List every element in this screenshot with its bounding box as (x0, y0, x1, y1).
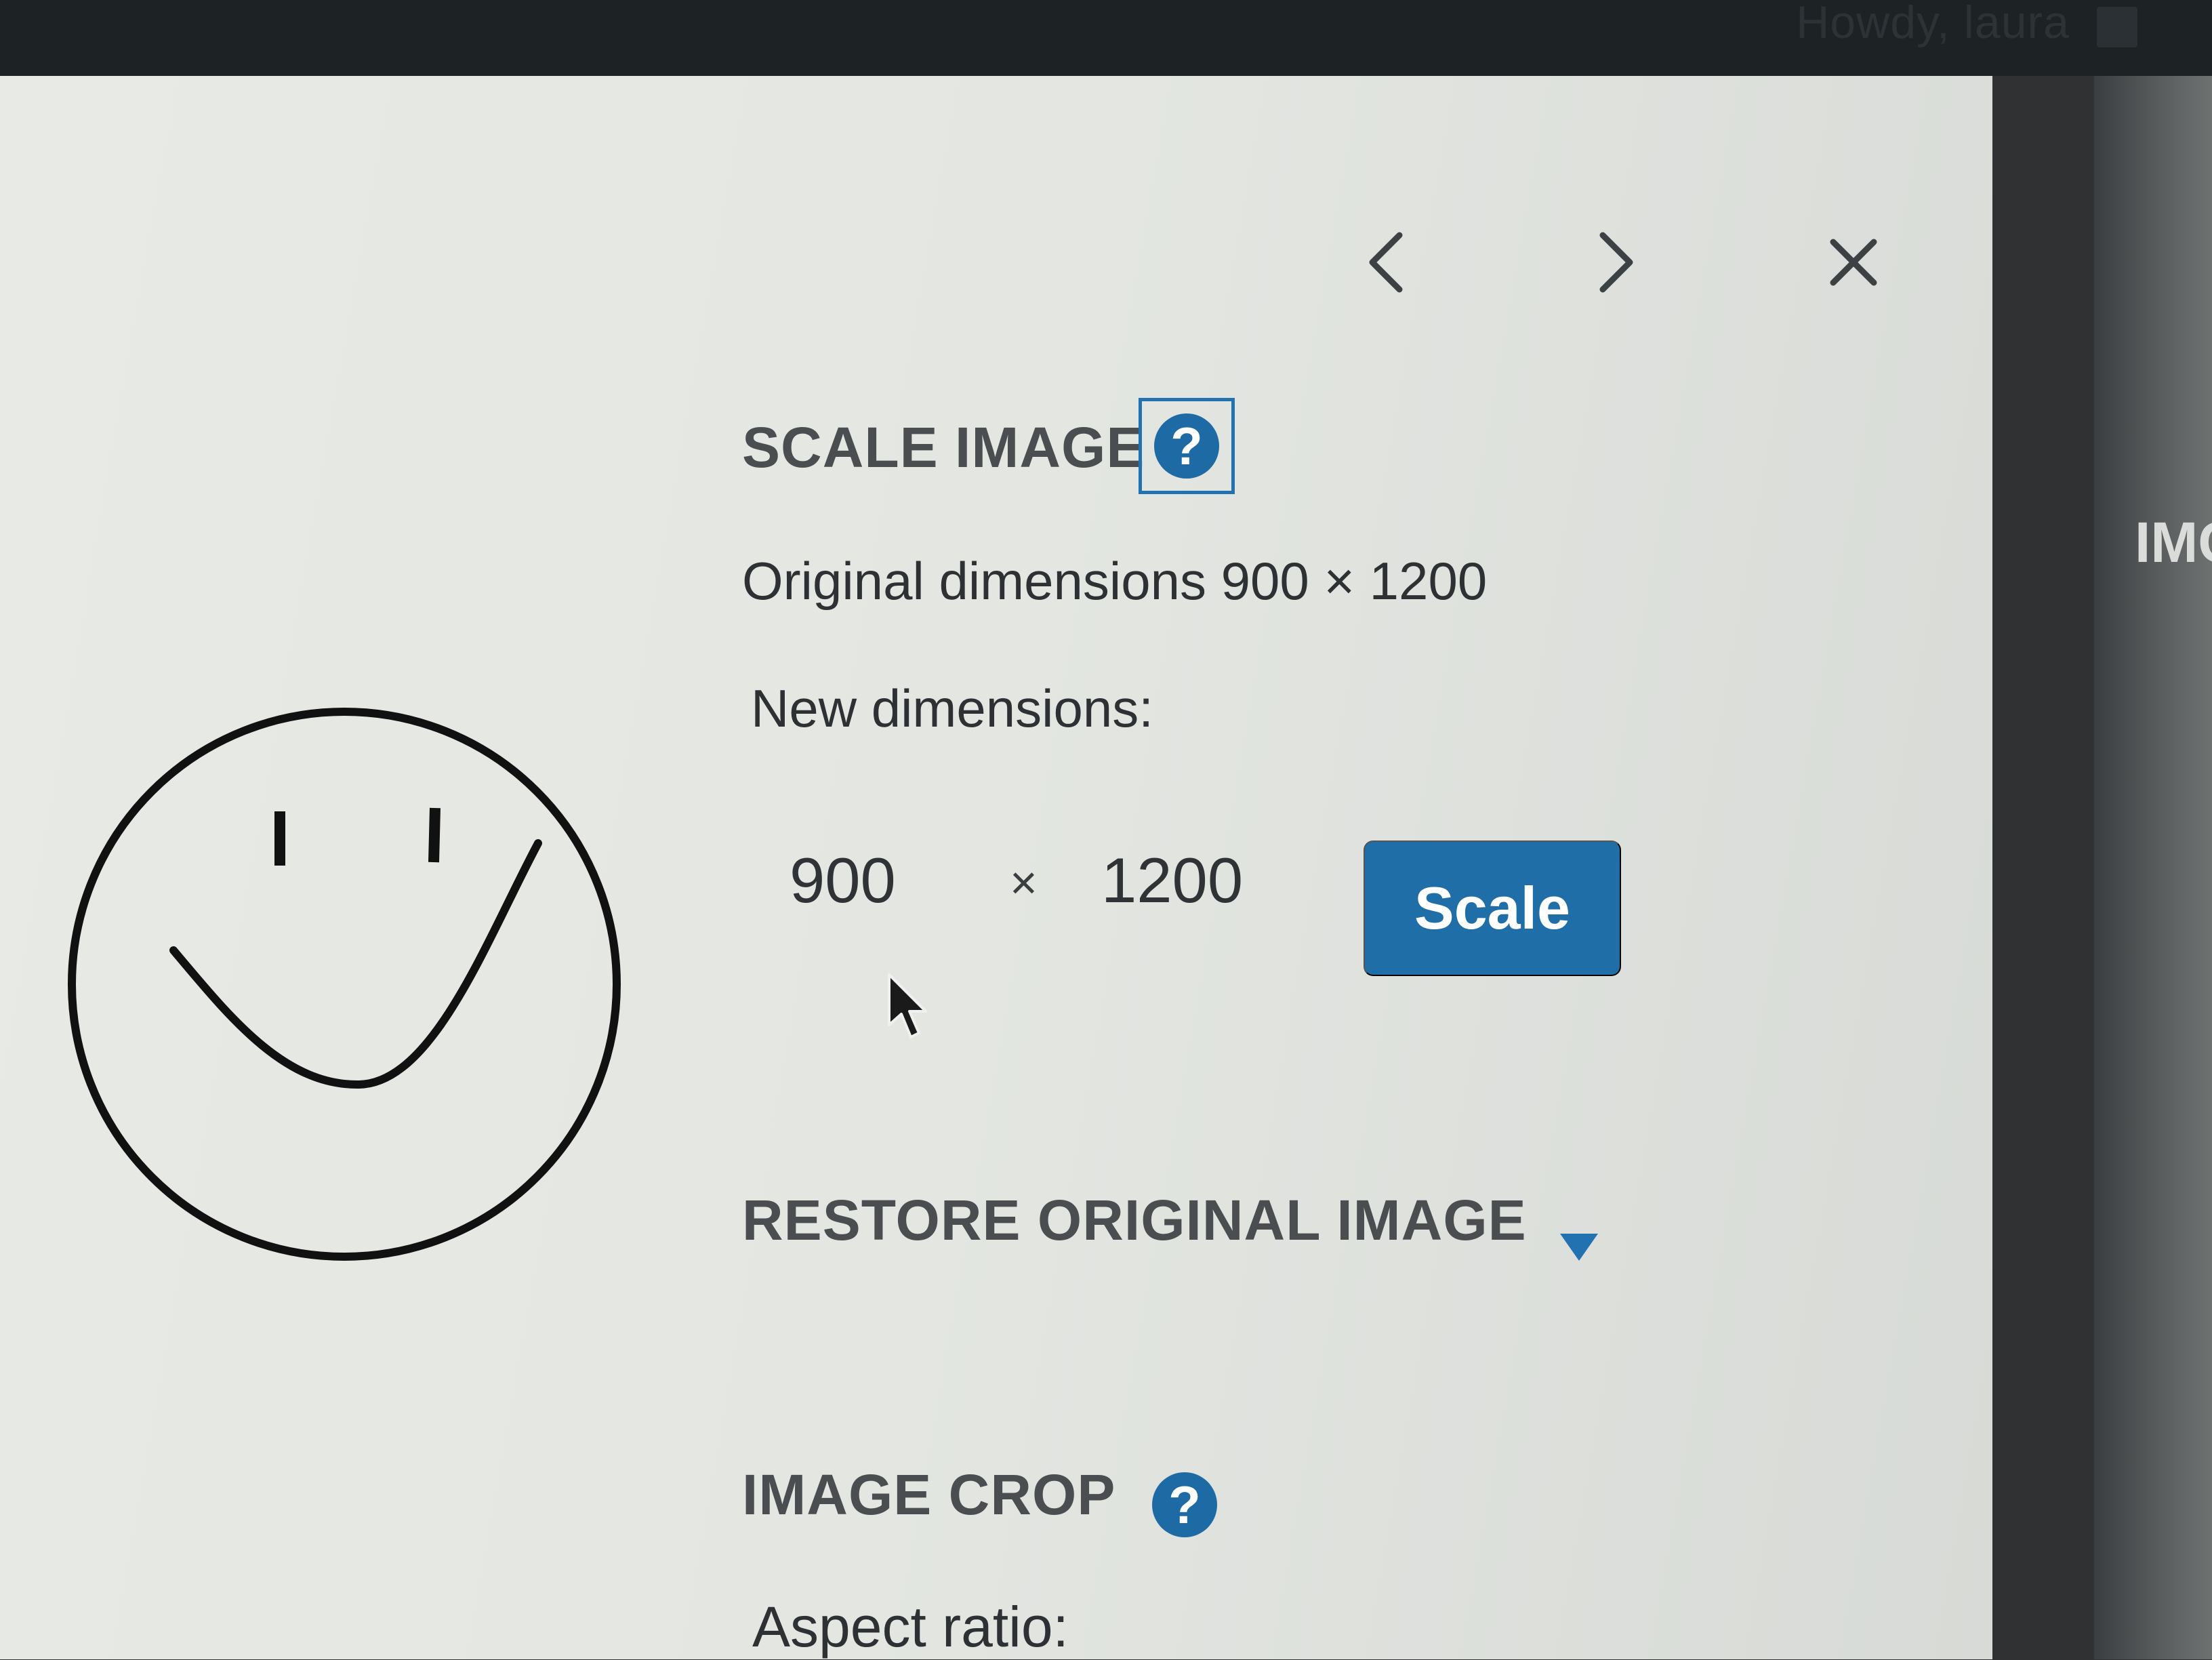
smiley-face-outline (68, 708, 621, 1261)
scale-image-title: SCALE IMAGE (742, 416, 1145, 479)
smiley-mouth (169, 839, 542, 1089)
scale-height-input[interactable] (1101, 844, 1291, 917)
avatar[interactable] (2097, 7, 2137, 47)
next-button[interactable] (1582, 228, 1650, 296)
restore-original-image-toggle[interactable]: RESTORE ORIGINAL IMAGE (742, 1188, 1527, 1253)
close-icon (1830, 239, 1877, 286)
image-crop-title: IMAGE CROP (742, 1463, 1116, 1526)
smiley-right-eye (428, 807, 441, 863)
chevron-right-icon (1599, 232, 1633, 293)
mouse-pointer-icon (888, 973, 927, 1038)
howdy-greeting[interactable]: Howdy, laura (1796, 0, 2070, 49)
admin-bar: Howdy, laura (0, 0, 2212, 76)
help-icon: ? (1154, 413, 1219, 479)
aspect-ratio-label: Aspect ratio: (752, 1595, 1069, 1659)
background-page: IMC (2094, 76, 2212, 1659)
scale-button[interactable]: Scale (1364, 841, 1621, 976)
close-button[interactable] (1820, 228, 1887, 296)
new-dimensions-label: New dimensions: (751, 679, 1153, 738)
image-crop-help-icon[interactable]: ? (1152, 1472, 1217, 1537)
previous-button[interactable] (1352, 228, 1420, 296)
original-dimensions-text: Original dimensions 900 × 1200 (742, 551, 1488, 611)
scale-image-help-button[interactable]: ? (1139, 398, 1235, 494)
chevron-left-icon (1369, 232, 1403, 293)
times-symbol: × (1010, 856, 1038, 909)
expand-triangle-icon[interactable] (1560, 1234, 1598, 1261)
background-partial-label: IMC (2135, 510, 2212, 574)
image-preview (68, 708, 621, 1261)
edit-image-modal: SCALE IMAGE ? Original dimensions 900 × … (0, 76, 1992, 1659)
scale-width-input[interactable] (790, 844, 952, 917)
